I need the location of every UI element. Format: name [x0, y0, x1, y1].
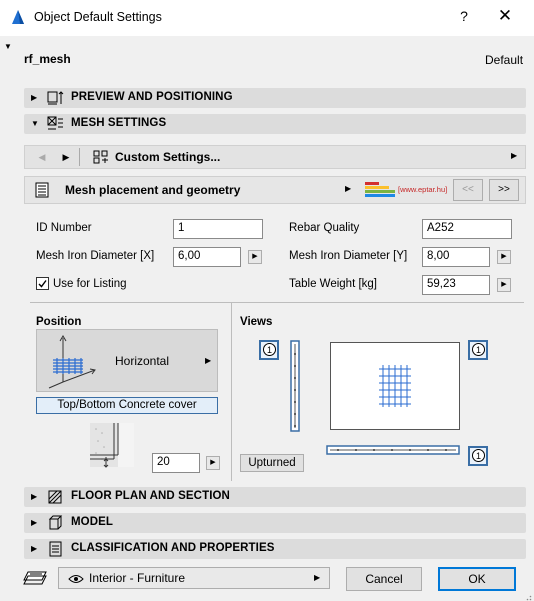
mesh-settings-icon — [47, 116, 64, 132]
expand-arrow-icon: ▶ — [31, 544, 38, 553]
custom-settings-dropdown[interactable]: Custom Settings... — [115, 150, 220, 164]
preview-positioning-icon — [47, 90, 64, 106]
section-classification[interactable]: ▶ CLASSIFICATION AND PROPERTIES — [24, 539, 526, 559]
view-selector-right-bottom[interactable]: 1 — [468, 446, 488, 466]
custom-settings-icon — [93, 150, 109, 164]
dropdown-arrow-icon: ▶ — [314, 573, 321, 582]
layer-name: Interior - Furniture — [89, 571, 186, 585]
cancel-button[interactable]: Cancel — [346, 567, 422, 591]
separator — [79, 148, 80, 166]
section-label: FLOOR PLAN AND SECTION — [71, 490, 230, 502]
id-number-input[interactable]: 1 — [173, 219, 263, 239]
weight-stepper-icon[interactable]: ▶ — [497, 278, 511, 292]
views-label: Views — [240, 316, 273, 328]
list-page-icon — [35, 182, 49, 198]
view-number: 1 — [263, 343, 276, 356]
collapse-arrow-icon[interactable]: ▼ — [4, 42, 12, 51]
orientation-value: Horizontal — [115, 354, 170, 368]
dropdown-arrow-icon[interactable]: ▶ — [345, 184, 351, 193]
section-label: MESH SETTINGS — [71, 117, 167, 129]
section-mesh-settings[interactable]: ▼ MESH SETTINGS — [24, 114, 526, 134]
concrete-cover-button[interactable]: Top/Bottom Concrete cover — [36, 397, 218, 414]
use-for-listing-checkbox[interactable] — [36, 277, 49, 290]
expand-arrow-icon: ▶ — [31, 492, 38, 501]
floor-plan-section-icon — [47, 489, 64, 505]
table-weight-label: Table Weight [kg] — [289, 278, 378, 290]
model-cube-icon — [47, 515, 64, 531]
eptar-logo — [365, 180, 397, 200]
diameter-y-stepper-icon[interactable]: ▶ — [497, 250, 511, 264]
use-for-listing-label: Use for Listing — [53, 278, 127, 290]
diameter-x-stepper-icon[interactable]: ▶ — [248, 250, 262, 264]
plan-view-preview — [330, 342, 460, 430]
table-weight-input[interactable]: 59,23 — [422, 275, 490, 295]
section-preview-positioning[interactable]: ▶ PREVIEW AND POSITIONING — [24, 88, 526, 108]
position-label: Position — [36, 316, 82, 328]
panel-header: Mesh placement and geometry ▶ [www.eptar… — [24, 176, 526, 204]
layer-settings-icon[interactable] — [22, 568, 48, 588]
section-label: PREVIEW AND POSITIONING — [71, 91, 233, 103]
prev-page-button[interactable]: << — [453, 179, 483, 201]
resize-grip-icon[interactable] — [524, 590, 532, 601]
classification-list-icon — [47, 541, 64, 557]
rebar-quality-label: Rebar Quality — [289, 222, 360, 234]
close-button[interactable]: ✕ — [494, 6, 516, 26]
mesh-diameter-x-label: Mesh Iron Diameter [X] — [36, 250, 155, 262]
panel-page-selector[interactable]: Mesh placement and geometry — [65, 183, 240, 197]
section-floor-plan[interactable]: ▶ FLOOR PLAN AND SECTION — [24, 487, 526, 507]
view-number: 1 — [472, 343, 485, 356]
ok-button[interactable]: OK — [438, 567, 516, 591]
expand-arrow-icon: ▶ — [31, 93, 38, 102]
collapse-arrow-icon: ▼ — [31, 119, 39, 128]
eye-visibility-icon — [68, 573, 84, 583]
upturned-button[interactable]: Upturned — [240, 454, 304, 472]
layer-dropdown[interactable]: Interior - Furniture ▶ — [58, 567, 330, 589]
concrete-cover-input[interactable]: 20 — [152, 453, 200, 473]
view-selector-left[interactable]: 1 — [259, 340, 279, 360]
horizontal-mesh-icon — [43, 332, 99, 390]
concrete-cover-diagram-icon — [88, 421, 136, 469]
help-button[interactable]: ? — [454, 8, 474, 24]
prev-page-icon[interactable]: ◀ — [31, 146, 53, 168]
rebar-quality-input[interactable]: A252 — [422, 219, 512, 239]
divider — [30, 302, 524, 303]
default-label: Default — [485, 53, 524, 67]
section-model[interactable]: ▶ MODEL — [24, 513, 526, 533]
orientation-selector[interactable]: Horizontal ▶ — [36, 329, 218, 392]
vertical-rebar-icon — [288, 340, 302, 432]
mesh-diameter-y-input[interactable]: 8,00 — [422, 247, 490, 267]
expand-arrow-icon: ▶ — [31, 518, 38, 527]
next-page-icon[interactable]: ▶ — [55, 146, 77, 168]
section-label: CLASSIFICATION AND PROPERTIES — [71, 542, 275, 554]
cover-stepper-icon[interactable]: ▶ — [206, 456, 220, 470]
window-title: Object Default Settings — [34, 10, 162, 24]
object-name: rf_mesh — [24, 52, 71, 66]
archicad-app-icon — [10, 9, 26, 25]
horizontal-rebar-icon — [326, 444, 460, 456]
view-number: 1 — [472, 449, 485, 462]
mesh-diameter-y-label: Mesh Iron Diameter [Y] — [289, 250, 408, 262]
section-label: MODEL — [71, 516, 114, 528]
next-page-button[interactable]: >> — [489, 179, 519, 201]
custom-settings-bar: ◀ ▶ Custom Settings... ▶ — [24, 145, 526, 169]
mesh-diameter-x-input[interactable]: 6,00 — [173, 247, 241, 267]
view-selector-right-top[interactable]: 1 — [468, 340, 488, 360]
dropdown-arrow-icon[interactable]: ▶ — [511, 151, 517, 160]
id-number-label: ID Number — [36, 222, 92, 234]
dropdown-arrow-icon: ▶ — [205, 356, 212, 365]
divider — [231, 303, 232, 481]
eptar-link[interactable]: [www.eptar.hu] — [398, 185, 447, 194]
